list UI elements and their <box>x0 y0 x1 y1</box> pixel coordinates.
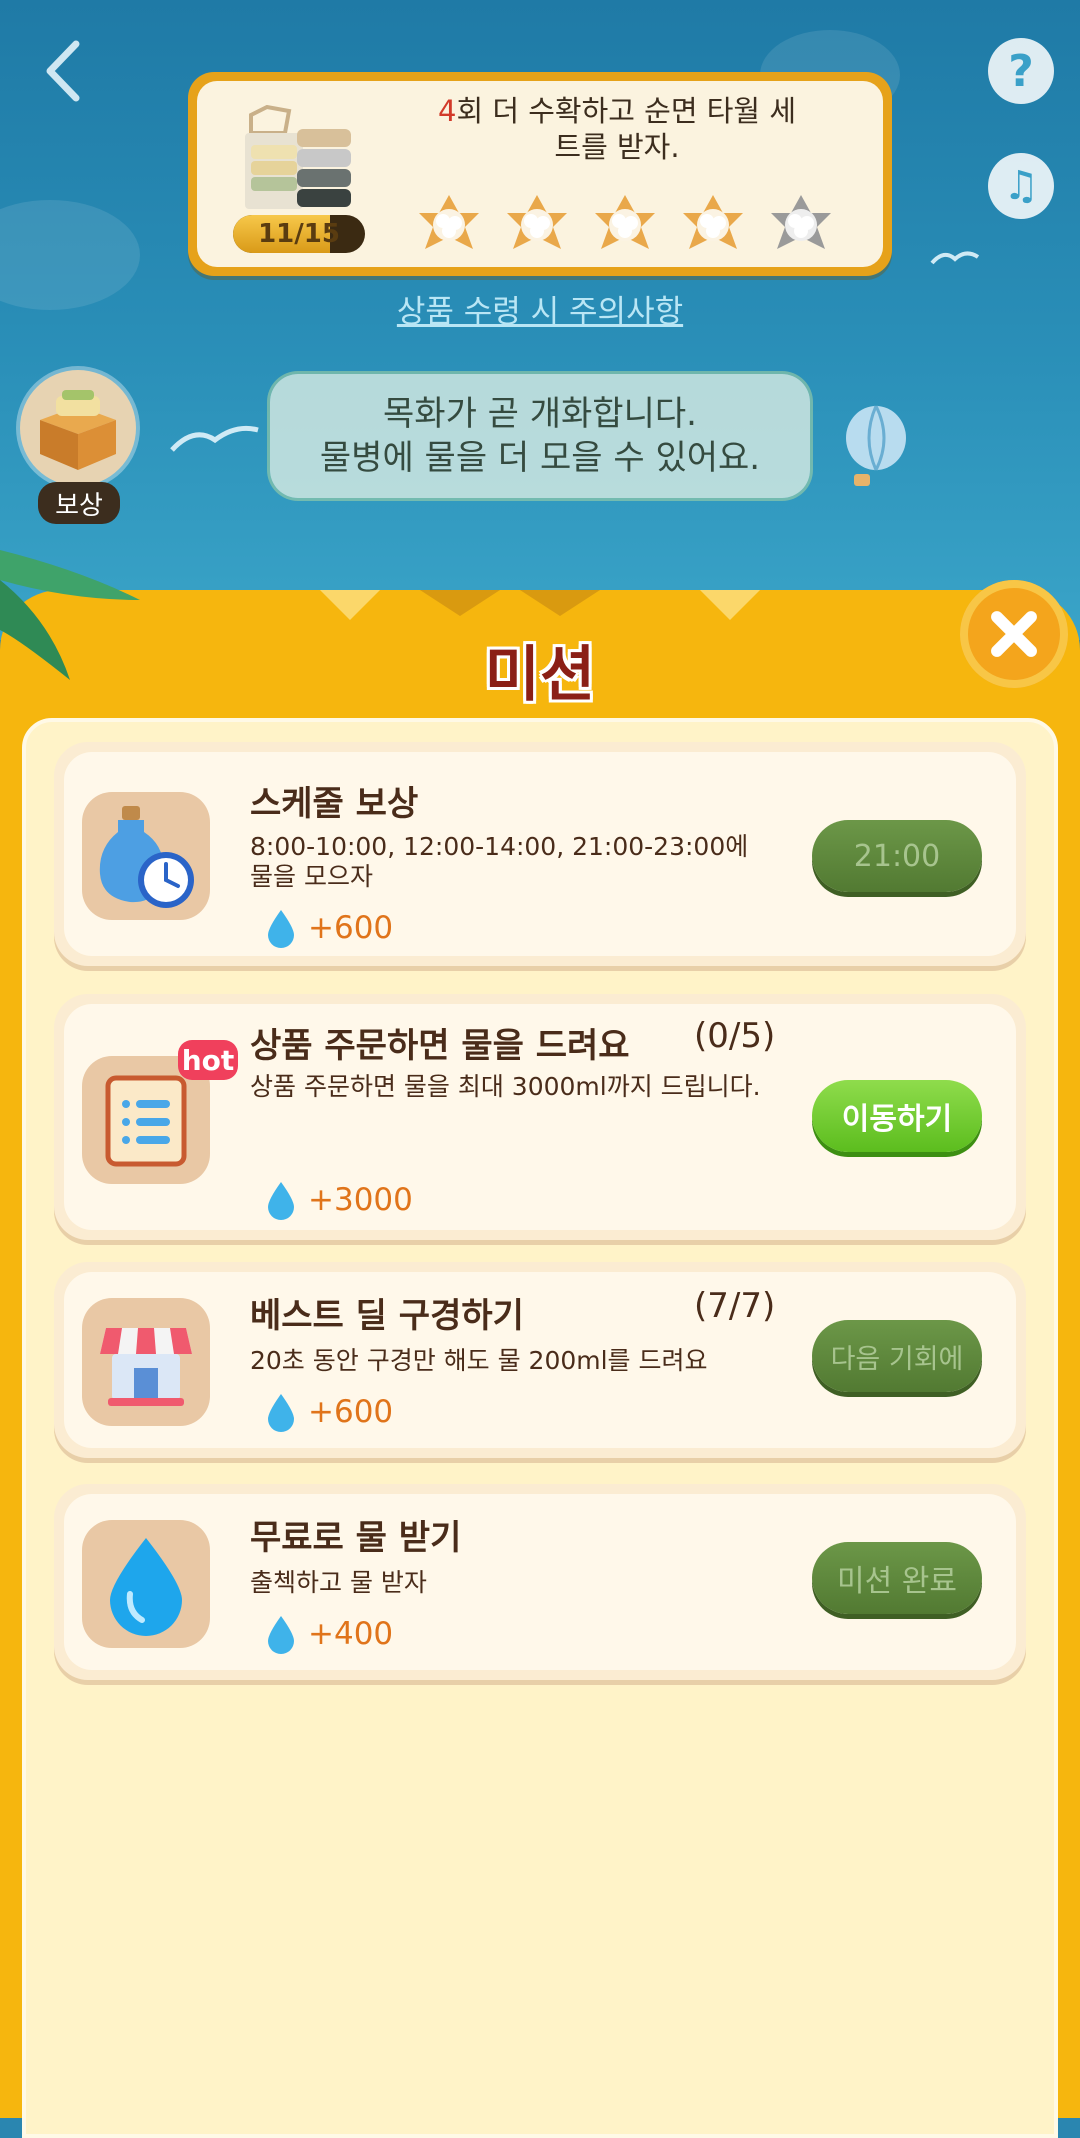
mission-desc: 상품 주문하면 물을 최대 3000ml까지 드립니다. <box>250 1072 761 1101</box>
mission-card-schedule: 스케줄 보상 8:00-10:00, 12:00-14:00, 21:00-23… <box>54 742 1026 966</box>
close-icon <box>991 611 1037 657</box>
water-drop-icon <box>268 910 294 948</box>
hot-badge: hot <box>178 1040 238 1080</box>
chevron-left-icon[interactable] <box>36 36 96 106</box>
farm-scene: ? ♫ 11/15 4회 더 수확하고 순면 타월 세 트를 받자. 상품 수령… <box>0 0 1080 640</box>
panel-notch-decoration <box>320 590 760 620</box>
mission-desc: 8:00-10:00, 12:00-14:00, 21:00-23:00에 물을… <box>250 832 749 891</box>
palm-leaf-decoration <box>0 550 140 680</box>
cotton-flower-bloomed-icon <box>419 195 479 249</box>
hot-air-balloon-icon <box>846 405 906 486</box>
harvest-remaining-count: 4 <box>437 94 457 128</box>
harvest-message: 4회 더 수확하고 순면 타월 세 트를 받자. <box>407 93 827 165</box>
mission-button-next-time[interactable]: 다음 기회에 <box>812 1320 982 1392</box>
water-drop-icon <box>82 1520 210 1648</box>
mission-button-schedule[interactable]: 21:00 <box>812 820 982 892</box>
mission-count: (7/7) <box>694 1286 776 1326</box>
cotton-flower-bloomed-icon <box>507 195 567 249</box>
mission-card-order: hot 상품 주문하면 물을 드려요 (0/5) 상품 주문하면 물을 최대 3… <box>54 994 1026 1240</box>
mission-button-complete[interactable]: 미션 완료 <box>812 1542 982 1614</box>
close-button[interactable] <box>960 580 1068 688</box>
bird-icon <box>930 251 980 265</box>
mission-title: 상품 주문하면 물을 드려요 <box>250 1026 630 1066</box>
mission-count: (0/5) <box>694 1016 776 1056</box>
panel-title: 미션 <box>484 640 596 710</box>
bubble-line1: 목화가 곧 개화합니다. <box>383 394 697 434</box>
question-icon: ? <box>1008 45 1034 97</box>
bubble-line2: 물병에 물을 더 모을 수 있어요. <box>319 438 761 478</box>
bird-icon <box>170 425 259 452</box>
mission-desc: 출첵하고 물 받자 <box>250 1568 427 1597</box>
store-icon <box>82 1298 210 1426</box>
cotton-flower-row <box>415 191 835 259</box>
mission-reward-amount: +400 <box>308 1616 394 1652</box>
mission-reward: +3000 <box>266 1180 413 1220</box>
mission-title: 스케줄 보상 <box>250 784 419 824</box>
music-note-icon: ♫ <box>1003 163 1039 209</box>
harvest-progress-bar: 11/15 <box>233 215 365 253</box>
music-button[interactable]: ♫ <box>988 153 1054 219</box>
cotton-flower-bloomed-icon <box>595 195 655 249</box>
mission-reward-amount: +600 <box>308 910 394 946</box>
gift-box-icon <box>20 370 136 486</box>
mission-reward-amount: +600 <box>308 1394 394 1430</box>
mission-title: 무료로 물 받기 <box>250 1518 462 1558</box>
cotton-flower-bloomed-icon <box>683 195 743 249</box>
water-drop-icon <box>268 1394 294 1432</box>
help-button[interactable]: ? <box>988 38 1054 104</box>
mission-card-bestdeal: 베스트 딜 구경하기 (7/7) 20초 동안 구경만 해도 물 200ml를 … <box>54 1262 1026 1458</box>
water-drop-icon <box>268 1616 294 1654</box>
reward-label: 보상 <box>38 482 120 524</box>
status-bubble: 목화가 곧 개화합니다. 물병에 물을 더 모을 수 있어요. <box>270 374 810 498</box>
reward-box-button[interactable] <box>16 366 140 490</box>
mission-reward: +600 <box>266 1392 393 1432</box>
cotton-flower-locked-icon <box>771 195 831 249</box>
mission-desc: 20초 동안 구경만 해도 물 200ml를 드려요 <box>250 1346 708 1375</box>
water-drop-icon <box>268 1182 294 1220</box>
mission-button-go[interactable]: 이동하기 <box>812 1080 982 1152</box>
notice-link[interactable]: 상품 수령 시 주의사항 <box>0 286 1080 331</box>
mission-card-free-water: 무료로 물 받기 출첵하고 물 받자 +400 미션 완료 <box>54 1484 1026 1680</box>
harvest-message-line1: 회 더 수확하고 순면 타월 세 <box>456 94 797 128</box>
harvest-message-line2: 트를 받자. <box>554 130 680 164</box>
harvest-progress-card[interactable]: 11/15 4회 더 수확하고 순면 타월 세 트를 받자. <box>188 72 892 276</box>
mission-reward: +600 <box>266 908 393 948</box>
mission-reward: +400 <box>266 1614 393 1654</box>
mission-reward-amount: +3000 <box>308 1182 413 1218</box>
towel-set-icon <box>245 105 351 209</box>
harvest-progress-text: 11/15 <box>258 219 340 249</box>
mission-title: 베스트 딜 구경하기 <box>250 1296 524 1336</box>
water-bottle-clock-icon <box>82 792 210 920</box>
